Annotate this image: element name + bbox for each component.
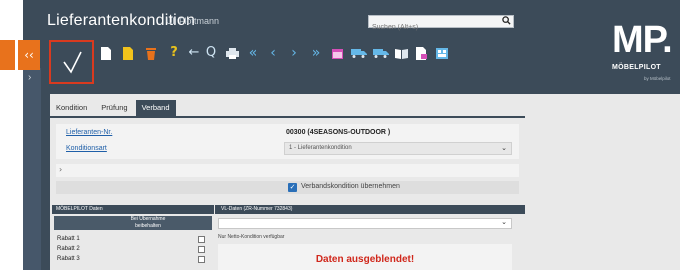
search-input[interactable] (369, 22, 489, 33)
search-icon[interactable] (502, 16, 511, 27)
brand-name: MÖBELPILOT (612, 64, 661, 71)
previous-record-icon[interactable]: ‹ (266, 44, 280, 62)
table-row: Rabatt 2 (54, 245, 212, 254)
netto-note: Nur Netto-Kondition verfügbar (218, 234, 285, 240)
condition-type-link[interactable]: Konditionsart (66, 145, 107, 152)
condition-type-select[interactable]: 1 - Lieferantenkondition ⌄ (284, 142, 512, 155)
condition-type-value: 1 - Lieferantenkondition (289, 145, 352, 151)
save-confirm-button[interactable] (49, 40, 94, 84)
print-icon[interactable] (224, 44, 240, 62)
tab-underline (50, 116, 525, 118)
delete-icon[interactable] (145, 44, 157, 62)
grid-icon[interactable] (435, 44, 449, 62)
first-record-icon[interactable]: « (244, 44, 262, 62)
truck-return-icon[interactable] (372, 44, 390, 62)
table-row: Rabatt 1 (54, 235, 212, 244)
next-record-icon[interactable]: › (287, 44, 301, 62)
tab-pruefung[interactable]: Prüfung (95, 100, 133, 116)
keep-rabatt-2-checkbox[interactable] (198, 246, 205, 253)
verband-condition-checkbox[interactable]: ✓ (288, 183, 297, 192)
help-icon[interactable]: ? (168, 44, 180, 62)
chevron-right-icon[interactable]: › (28, 72, 31, 83)
supplier-number-value: 00300 (4SEASONS-OUTDOOR ) (286, 129, 391, 136)
column-header-line1: Bei Übernahme (130, 216, 166, 222)
calendar-icon[interactable] (330, 44, 344, 62)
main-content: Kondition Prüfung Verband Lieferanten-Nr… (50, 94, 525, 270)
collapse-panel-button[interactable]: ‹‹ (18, 40, 40, 70)
collapsible-section[interactable]: › (56, 164, 519, 177)
right-panel (525, 94, 680, 270)
brand-logo: MP. (612, 19, 673, 61)
keep-on-transfer-column-header: Bei Übernahme beibehalten (54, 216, 212, 230)
chevron-down-icon: ⌄ (501, 218, 507, 226)
new-document-icon[interactable] (100, 44, 112, 62)
app-window: › ‹‹ Lieferantenkondition Uli Flottmann … (0, 0, 685, 270)
side-panel-tab[interactable] (0, 40, 15, 70)
verband-condition-label: Verbandskondition übernehmen (301, 183, 400, 190)
rabatt-label: Rabatt 2 (57, 246, 80, 252)
truck-icon[interactable] (350, 44, 368, 62)
book-icon[interactable] (393, 44, 409, 62)
back-icon[interactable]: ← (186, 44, 202, 62)
keep-rabatt-3-checkbox[interactable] (198, 256, 205, 263)
chevron-right-icon: › (59, 165, 63, 174)
moebelpilot-data-header: MÖBELPILOT Daten (52, 205, 214, 214)
column-header-line2: beibehalten (135, 223, 161, 229)
hidden-data-panel: Daten ausgeblendet! (218, 244, 512, 270)
data-hidden-message: Daten ausgeblendet! (315, 254, 415, 265)
brand-tagline: by Möbelpilot (644, 76, 671, 81)
tab-kondition[interactable]: Kondition (50, 100, 93, 116)
tab-bar: Kondition Prüfung Verband (50, 100, 178, 116)
condition-form: Lieferanten-Nr. 00300 (4SEASONS-OUTDOOR … (56, 124, 519, 159)
vl-condition-select[interactable]: ⌄ (218, 218, 512, 229)
table-row: Rabatt 3 (54, 255, 212, 264)
verband-condition-row: ✓ Verbandskondition übernehmen (56, 181, 519, 194)
copy-document-icon[interactable] (122, 44, 134, 62)
side-strip[interactable] (23, 68, 41, 270)
chevron-down-icon: ⌄ (501, 144, 507, 152)
supplier-number-link[interactable]: Lieferanten-Nr. (66, 129, 112, 136)
search-box[interactable] (368, 15, 514, 33)
keep-rabatt-1-checkbox[interactable] (198, 236, 205, 243)
tab-verband[interactable]: Verband (135, 100, 176, 116)
rabatt-label: Rabatt 1 (57, 236, 80, 242)
find-icon[interactable]: Q (204, 44, 218, 62)
vl-data-header: VL-Daten (ZR-Nummer 732843) (215, 205, 525, 214)
user-name: Uli Flottmann (166, 16, 220, 26)
rabatt-label: Rabatt 3 (57, 256, 80, 262)
check-icon (62, 51, 82, 74)
last-record-icon[interactable]: » (307, 44, 325, 62)
document-export-icon[interactable] (414, 44, 428, 62)
